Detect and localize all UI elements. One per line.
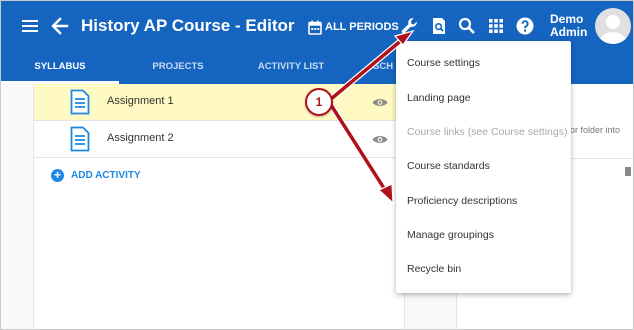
preview-icon[interactable] — [429, 16, 449, 36]
help-icon[interactable] — [515, 16, 535, 36]
calendar-icon — [308, 20, 322, 35]
page-title: History AP Course - Editor — [81, 16, 295, 35]
menu-icon[interactable] — [22, 19, 38, 33]
add-activity-button[interactable]: + ADD ACTIVITY — [51, 169, 141, 182]
menu-item-course-standards[interactable]: Course standards — [407, 160, 490, 172]
activity-name: Assignment 1 — [107, 95, 174, 107]
tab-schedule[interactable]: SCH — [373, 51, 395, 84]
wrench-icon[interactable] — [400, 16, 420, 36]
back-arrow-icon[interactable] — [51, 16, 69, 36]
list-item[interactable]: Assignment 2 — [34, 121, 406, 158]
tab-activity-list[interactable]: ACTIVITY LIST — [237, 51, 345, 84]
tab-projects[interactable]: PROJECTS — [119, 51, 237, 84]
document-icon — [70, 126, 90, 152]
menu-item-course-links: Course links (see Course settings) — [407, 126, 568, 138]
panel-hint-line-2: y. — [565, 137, 620, 150]
menu-item-proficiency-descriptions[interactable]: Proficiency descriptions — [407, 195, 517, 207]
activity-name: Assignment 2 — [107, 132, 174, 144]
activity-list: Assignment 1 Assignment 2 + ADD ACTIVITY — [33, 84, 406, 329]
panel-hint: t or folder into y. — [565, 124, 620, 150]
step-badge: 1 — [305, 88, 333, 116]
periods-label: ALL PERIODS — [325, 21, 399, 33]
plus-icon: + — [51, 169, 64, 182]
search-icon[interactable] — [457, 16, 477, 36]
panel-hint-line-1: t or folder into — [565, 125, 621, 135]
editor-window: History AP Course - Editor ALL PERIODS D… — [0, 0, 634, 330]
menu-item-recycle-bin[interactable]: Recycle bin — [407, 263, 461, 275]
apps-grid-icon[interactable] — [486, 16, 506, 36]
user-silhouette-icon — [599, 15, 627, 44]
document-icon — [70, 89, 90, 115]
user-name[interactable]: Demo Admin — [550, 13, 587, 39]
menu-item-manage-groupings[interactable]: Manage groupings — [407, 229, 494, 241]
avatar[interactable] — [595, 8, 631, 44]
tab-syllabus[interactable]: SYLLABUS — [1, 51, 119, 84]
menu-item-course-settings[interactable]: Course settings — [407, 57, 480, 69]
add-activity-label: ADD ACTIVITY — [71, 170, 141, 181]
periods-selector[interactable]: ALL PERIODS — [308, 18, 399, 36]
user-last-name: Admin — [550, 25, 588, 39]
visibility-eye-icon[interactable] — [372, 134, 388, 145]
menu-item-landing-page[interactable]: Landing page — [407, 92, 471, 104]
course-settings-menu: Course settings Landing page Course link… — [396, 41, 571, 293]
visibility-eye-icon[interactable] — [372, 97, 388, 108]
list-item[interactable]: Assignment 1 — [34, 84, 406, 121]
panel-icon[interactable] — [625, 167, 631, 176]
